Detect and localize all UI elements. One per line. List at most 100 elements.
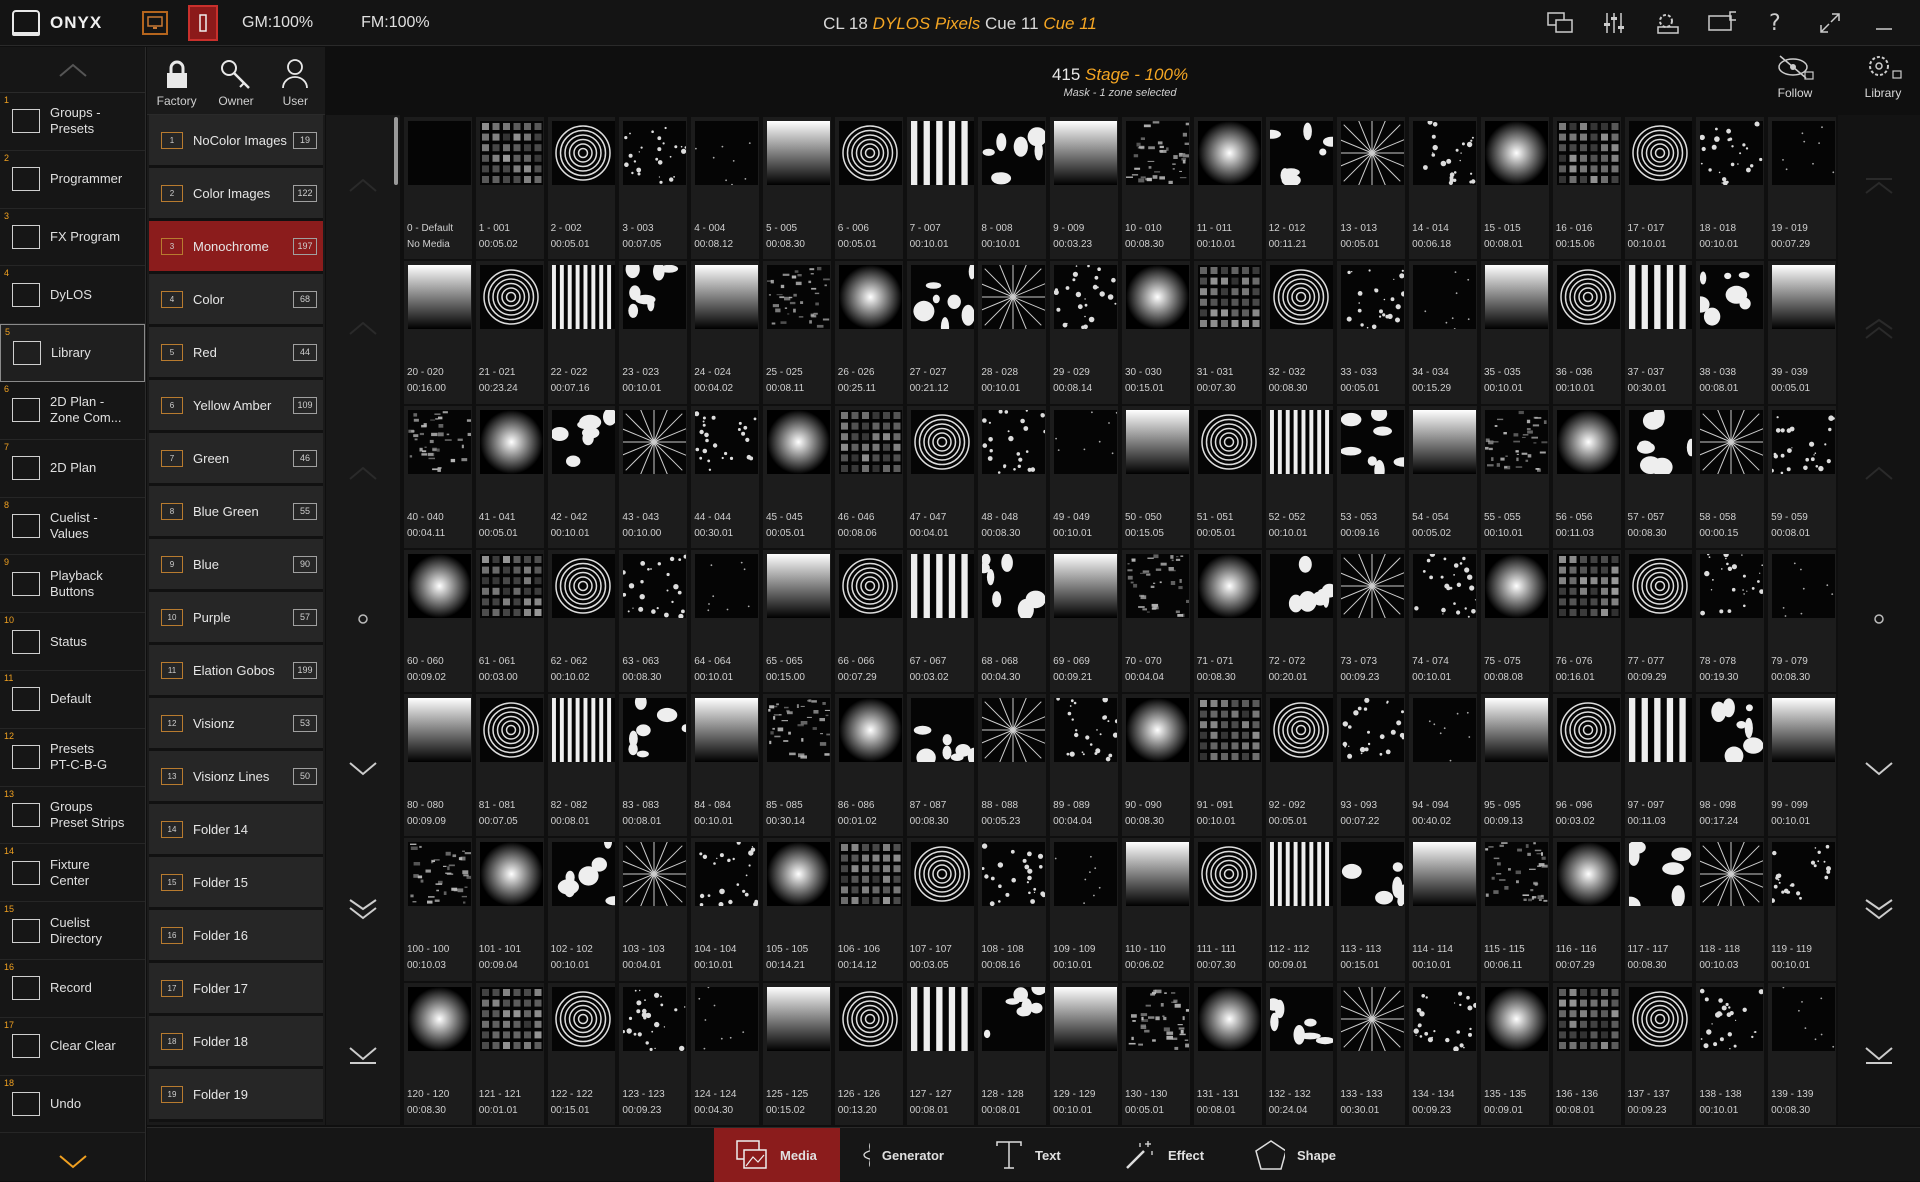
tab-generator[interactable]: Generator xyxy=(840,1128,966,1182)
media-tile[interactable]: 11 - 011 00:10.01 xyxy=(1193,117,1262,260)
sliders-icon[interactable] xyxy=(1600,9,1628,37)
media-tile[interactable]: 129 - 129 00:10.01 xyxy=(1050,982,1118,1126)
media-tile[interactable]: 128 - 128 00:08.01 xyxy=(978,982,1047,1126)
nav-item-fixture[interactable]: 14 Fixture Center xyxy=(0,844,145,903)
media-tile[interactable]: 91 - 091 00:10.01 xyxy=(1193,694,1262,837)
media-tile[interactable]: 41 - 041 00:05.01 xyxy=(475,405,544,548)
media-tile[interactable]: 8 - 008 00:10.01 xyxy=(978,117,1047,260)
library-button[interactable]: Library xyxy=(1848,53,1918,100)
tab-shape[interactable]: Shape xyxy=(1232,1128,1358,1182)
media-tile[interactable]: 36 - 036 00:10.01 xyxy=(1552,261,1621,404)
media-tile[interactable]: 86 - 086 00:01.02 xyxy=(834,694,903,837)
media-tile[interactable]: 63 - 063 00:08.30 xyxy=(619,549,688,693)
media-tile[interactable]: 54 - 054 00:05.02 xyxy=(1409,405,1477,548)
media-tile[interactable]: 116 - 116 00:07.29 xyxy=(1552,838,1621,981)
media-tile[interactable]: 71 - 071 00:08.30 xyxy=(1193,549,1262,693)
media-tile[interactable]: 13 - 013 00:05.01 xyxy=(1337,117,1406,260)
help-icon[interactable]: ? xyxy=(1762,9,1790,37)
media-tile[interactable]: 34 - 034 00:15.29 xyxy=(1409,261,1477,404)
media-tile[interactable]: 51 - 051 00:05.01 xyxy=(1193,405,1262,548)
nav-item-default[interactable]: 11 Default xyxy=(0,671,145,729)
media-tile[interactable]: 109 - 109 00:10.01 xyxy=(1050,838,1118,981)
media-tile[interactable]: 7 - 007 00:10.01 xyxy=(906,117,975,260)
media-tile[interactable]: 82 - 082 00:08.01 xyxy=(547,694,616,837)
media-tile[interactable]: 2 - 002 00:05.01 xyxy=(547,117,616,260)
media-tile[interactable]: 130 - 130 00:05.01 xyxy=(1121,982,1190,1126)
media-tile[interactable]: 9 - 009 00:03.23 xyxy=(1050,117,1118,260)
media-tile[interactable]: 55 - 055 00:10.01 xyxy=(1480,405,1549,548)
media-tile[interactable]: 43 - 043 00:10.00 xyxy=(619,405,688,548)
folder-item[interactable]: 7 Green 46 xyxy=(149,433,323,486)
onyx-logo[interactable]: ONYX xyxy=(0,0,140,46)
nav-item-library[interactable]: 5 Library xyxy=(0,324,145,382)
media-tile[interactable]: 47 - 047 00:04.01 xyxy=(906,405,975,548)
media-tile[interactable]: 15 - 015 00:08.01 xyxy=(1480,117,1549,260)
media-tile[interactable]: 89 - 089 00:04.04 xyxy=(1050,694,1118,837)
folder-item[interactable]: 1 NoColor Images 19 xyxy=(149,115,323,168)
folder-item[interactable]: 13 Visionz Lines 50 xyxy=(149,751,323,804)
media-tile[interactable]: 66 - 066 00:07.29 xyxy=(834,549,903,693)
nav-item-2d-plan[interactable]: 6 2D Plan - Zone Com... xyxy=(0,382,145,440)
folder-item[interactable]: 5 Red 44 xyxy=(149,327,323,380)
folder-item[interactable]: 10 Purple 57 xyxy=(149,592,323,645)
folder-item[interactable]: 6 Yellow Amber 109 xyxy=(149,380,323,433)
media-tile[interactable]: 59 - 059 00:08.01 xyxy=(1768,405,1836,548)
media-tile[interactable]: 45 - 045 00:05.01 xyxy=(762,405,831,548)
folder-item[interactable]: 2 Color Images 122 xyxy=(149,168,323,221)
folder-item[interactable]: 8 Blue Green 55 xyxy=(149,486,323,539)
grid-scrollbar[interactable] xyxy=(1838,115,1920,1125)
media-tile[interactable]: 24 - 024 00:04.02 xyxy=(691,261,759,404)
nav-item-status[interactable]: 10 Status xyxy=(0,613,145,671)
tab-user[interactable]: User xyxy=(266,47,325,114)
media-tile[interactable]: 28 - 028 00:10.01 xyxy=(978,261,1047,404)
media-tile[interactable]: 95 - 095 00:09.13 xyxy=(1480,694,1549,837)
fullscreen-icon[interactable] xyxy=(1816,9,1844,37)
media-tile[interactable]: 38 - 038 00:08.01 xyxy=(1696,261,1765,404)
media-tile[interactable]: 21 - 021 00:23.24 xyxy=(475,261,544,404)
folder-item[interactable]: 16 Folder 16 xyxy=(149,910,323,963)
media-tile[interactable]: 87 - 087 00:08.30 xyxy=(906,694,975,837)
media-tile[interactable]: 135 - 135 00:09.01 xyxy=(1480,982,1549,1126)
blackout-button[interactable] xyxy=(188,4,218,41)
nav-item-undo[interactable]: 18 Undo xyxy=(0,1076,145,1134)
media-tile[interactable]: 26 - 026 00:25.11 xyxy=(834,261,903,404)
media-tile[interactable]: 62 - 062 00:10.02 xyxy=(547,549,616,693)
media-tile[interactable]: 56 - 056 00:11.03 xyxy=(1552,405,1621,548)
nav-item-cuelist[interactable]: 8 Cuelist - Values xyxy=(0,498,145,556)
media-tile[interactable]: 40 - 040 00:04.11 xyxy=(404,405,472,548)
folder-item[interactable]: 9 Blue 90 xyxy=(149,539,323,592)
folder-scrollbar[interactable] xyxy=(326,115,400,1125)
settings-monitor-icon[interactable] xyxy=(1654,9,1682,37)
media-tile[interactable]: 27 - 027 00:21.12 xyxy=(906,261,975,404)
media-tile[interactable]: 18 - 018 00:10.01 xyxy=(1696,117,1765,260)
folder-item[interactable]: 3 Monochrome 197 xyxy=(149,221,323,274)
media-tile[interactable]: 58 - 058 00:00.15 xyxy=(1696,405,1765,548)
media-tile[interactable]: 104 - 104 00:10.01 xyxy=(691,838,759,981)
nav-item-programmer[interactable]: 2 Programmer xyxy=(0,151,145,209)
media-tile[interactable]: 16 - 016 00:15.06 xyxy=(1552,117,1621,260)
media-tile[interactable]: 119 - 119 00:10.01 xyxy=(1768,838,1836,981)
media-tile[interactable]: 0 - Default No Media xyxy=(404,117,472,260)
tab-effect[interactable]: Effect xyxy=(1102,1128,1232,1182)
tab-factory[interactable]: Factory xyxy=(147,47,206,114)
media-tile[interactable]: 121 - 121 00:01.01 xyxy=(475,982,544,1126)
media-tile[interactable]: 49 - 049 00:10.01 xyxy=(1050,405,1118,548)
media-tile[interactable]: 103 - 103 00:04.01 xyxy=(619,838,688,981)
nav-item-groups[interactable]: 13 Groups Preset Strips xyxy=(0,787,145,845)
media-tile[interactable]: 114 - 114 00:10.01 xyxy=(1409,838,1477,981)
scroll-thumb[interactable] xyxy=(394,117,398,185)
media-tile[interactable]: 75 - 075 00:08.08 xyxy=(1480,549,1549,693)
media-tile[interactable]: 83 - 083 00:08.01 xyxy=(619,694,688,837)
media-tile[interactable]: 69 - 069 00:09.21 xyxy=(1050,549,1118,693)
windows-icon[interactable] xyxy=(1546,9,1574,37)
nav-item-groups[interactable]: 1 Groups - Presets xyxy=(0,93,145,151)
media-tile[interactable]: 90 - 090 00:08.30 xyxy=(1121,694,1190,837)
nav-scroll-down[interactable] xyxy=(0,1141,146,1181)
media-tile[interactable]: 53 - 053 00:09.16 xyxy=(1337,405,1406,548)
nav-item-presets[interactable]: 12 Presets PT-C-B-G xyxy=(0,729,145,787)
media-tile[interactable]: 122 - 122 00:15.01 xyxy=(547,982,616,1126)
media-tile[interactable]: 97 - 097 00:11.03 xyxy=(1624,694,1693,837)
media-tile[interactable]: 120 - 120 00:08.30 xyxy=(404,982,472,1126)
media-tile[interactable]: 108 - 108 00:08.16 xyxy=(978,838,1047,981)
media-tile[interactable]: 96 - 096 00:03.02 xyxy=(1552,694,1621,837)
